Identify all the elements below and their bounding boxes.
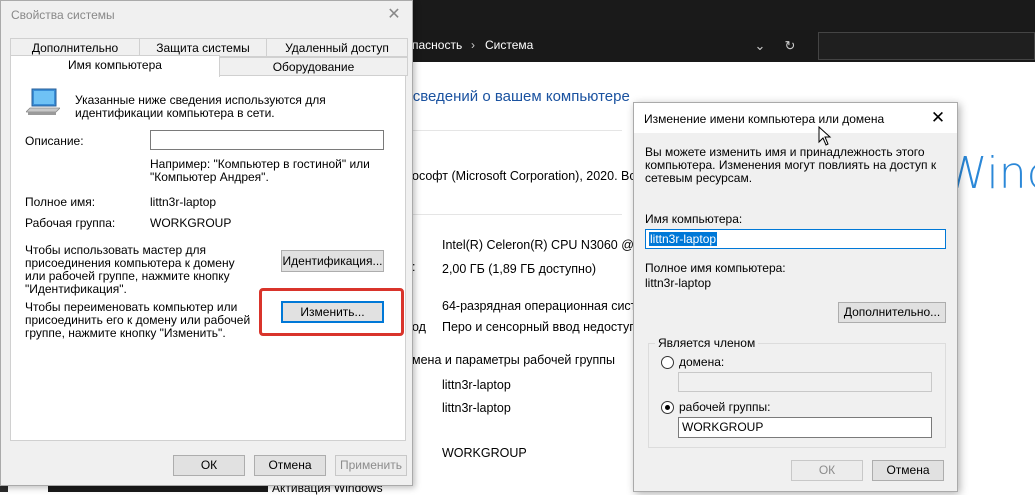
page-heading: к сведений о вашем компьютере xyxy=(402,88,630,105)
workgroup-value: WORKGROUP xyxy=(150,216,232,230)
full-name-label: Полное имя компьютера: xyxy=(645,261,786,275)
computer-name-panel: Указанные ниже сведения используются для… xyxy=(10,75,406,441)
system-type-value: 64-разрядная операционная систем xyxy=(442,299,652,313)
computer-name-selected-text: littn3r-laptop xyxy=(649,232,718,246)
full-name-label: Полное имя: xyxy=(25,195,96,209)
breadcrumb-chevron-icon: › xyxy=(471,38,475,52)
mouse-cursor-icon xyxy=(818,126,832,146)
dialog-title: Свойства системы xyxy=(11,8,115,22)
copyright-text: ософт (Microsoft Corporation), 2020. Все xyxy=(412,169,643,183)
workgroup-value: WORKGROUP xyxy=(442,446,527,460)
member-of-group: Является членом домена: рабочей группы: … xyxy=(648,336,946,448)
full-name-value: littn3r-laptop xyxy=(645,276,712,290)
full-name-value: littn3r-laptop xyxy=(150,195,217,209)
system-properties-dialog: Свойства системы ✕ Дополнительно Защита … xyxy=(0,0,413,486)
pen-value: Перо и сенсорный ввод недоступн xyxy=(442,320,643,334)
chevron-down-icon[interactable]: ⌄ xyxy=(748,37,772,55)
domain-label: домена: xyxy=(679,355,725,369)
workgroup-label: рабочей группы: xyxy=(679,400,771,414)
example-text: Например: "Компьютер в гостиной" или "Ко… xyxy=(150,157,370,184)
computer-icon xyxy=(26,88,60,115)
tab-hardware[interactable]: Оборудование xyxy=(219,57,408,76)
workgroup-radio[interactable] xyxy=(661,401,674,414)
identify-button[interactable]: Идентификация... xyxy=(281,250,384,272)
tab-computer-name[interactable]: Имя компьютера xyxy=(10,55,220,77)
computer-name-value: littn3r-laptop xyxy=(442,378,511,392)
close-icon[interactable]: ✕ xyxy=(382,4,406,26)
cancel-button[interactable]: Отмена xyxy=(872,460,944,481)
workgroup-input[interactable]: WORKGROUP xyxy=(678,417,932,438)
computer-name-input[interactable]: littn3r-laptop xyxy=(645,229,946,249)
wizard-text: Чтобы использовать мастер для присоедине… xyxy=(25,243,235,296)
section-header: мена и параметры рабочей группы xyxy=(412,353,616,367)
full-name-value: littn3r-laptop xyxy=(442,401,511,415)
ok-button[interactable]: ОК xyxy=(173,455,245,476)
rename-text: Чтобы переименовать компьютер или присое… xyxy=(25,300,251,340)
processor-value: Intel(R) Celeron(R) CPU N3060 @ 1.6 xyxy=(442,238,655,252)
rename-computer-dialog: Изменение имени компьютера или домена ✕ … xyxy=(633,102,958,492)
background-dark-titlebar xyxy=(412,0,1035,30)
divider xyxy=(412,214,622,215)
cancel-button[interactable]: Отмена xyxy=(254,455,326,476)
pen-label: од xyxy=(412,320,426,334)
breadcrumb-partial[interactable]: пасность xyxy=(412,30,462,62)
search-input[interactable] xyxy=(818,32,1035,60)
info-text: Указанные ниже сведения используются для… xyxy=(75,93,326,120)
domain-radio[interactable] xyxy=(661,356,674,369)
refresh-icon[interactable]: ↻ xyxy=(778,37,802,55)
change-button-highlight xyxy=(259,288,404,336)
ram-value: 2,00 ГБ (1,89 ГБ доступно) xyxy=(442,262,597,276)
domain-input[interactable] xyxy=(678,372,932,392)
ok-button[interactable]: ОК xyxy=(791,460,863,481)
group-legend: Является членом xyxy=(655,336,759,350)
dialog-title: Изменение имени компьютера или домена xyxy=(644,112,885,126)
info-text: Вы можете изменить имя и принадлежность … xyxy=(645,145,937,185)
close-icon[interactable]: ✕ xyxy=(927,107,949,129)
apply-button[interactable]: Применить xyxy=(335,455,407,476)
description-input[interactable] xyxy=(150,130,384,150)
address-bar: пасность › Система ⌄ ↻ xyxy=(412,30,1035,62)
breadcrumb-current[interactable]: Система xyxy=(485,30,533,62)
tab-remote-access[interactable]: Удаленный доступ xyxy=(266,38,408,57)
divider xyxy=(412,130,622,131)
description-label: Описание: xyxy=(25,134,84,148)
computer-name-label: Имя компьютера: xyxy=(645,212,743,226)
workgroup-label: Рабочая группа: xyxy=(25,216,116,230)
more-button[interactable]: Дополнительно... xyxy=(838,302,946,323)
title-bar: Изменение имени компьютера или домена ✕ xyxy=(634,103,957,133)
